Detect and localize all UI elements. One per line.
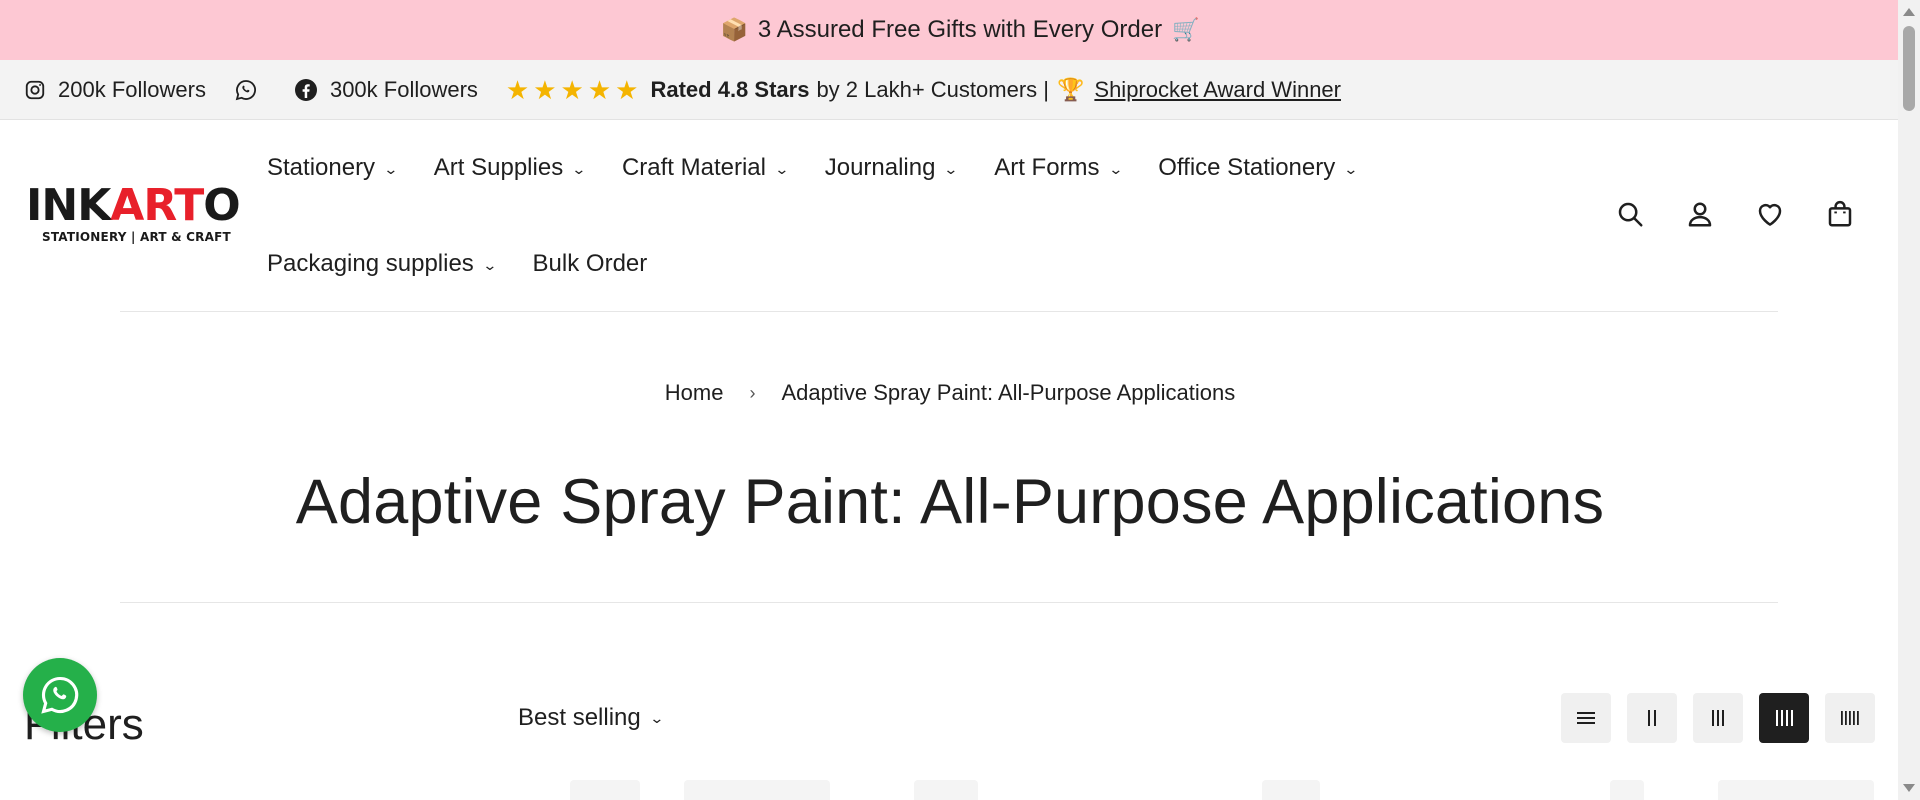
- nav-row: Stationery ⌄ Art Supplies ⌄ Craft Material…: [267, 144, 1417, 192]
- facebook-icon: [294, 78, 318, 102]
- list-view-icon: [1577, 712, 1595, 724]
- chevron-right-icon: ›: [749, 382, 756, 403]
- breadcrumb-home[interactable]: Home: [665, 380, 724, 406]
- scroll-up-arrow-icon[interactable]: [1903, 8, 1915, 16]
- product-card-edge: [914, 780, 978, 800]
- view-4-column-button[interactable]: [1759, 693, 1809, 743]
- whatsapp-icon: [41, 676, 79, 714]
- nav-item-journaling[interactable]: Journaling ⌄: [825, 154, 959, 182]
- product-card-edge: [1718, 780, 1874, 800]
- rating-text: Rated 4.8 Stars: [650, 76, 810, 102]
- facebook-link[interactable]: 300k Followers: [294, 77, 478, 103]
- page-scrollbar[interactable]: [1898, 0, 1920, 800]
- cart-emoji-icon: 🛒: [1172, 17, 1200, 42]
- rating-stars: ★ ★ ★ ★ ★: [506, 77, 639, 103]
- instagram-icon: [24, 79, 46, 101]
- product-card-edge: [1610, 780, 1644, 800]
- nav-item-art-forms[interactable]: Art Forms ⌄: [994, 154, 1124, 182]
- main-nav: Stationery ⌄ Art Supplies ⌄ Craft Material…: [267, 144, 1417, 288]
- nav-row: Packaging supplies ⌄ Bulk Order: [267, 240, 1417, 288]
- instagram-link[interactable]: 200k Followers: [24, 77, 206, 103]
- instagram-followers: 200k Followers: [58, 76, 206, 102]
- cart-icon[interactable]: [1822, 196, 1858, 232]
- award-link[interactable]: Shiprocket Award Winner: [1094, 77, 1341, 103]
- scrollbar-thumb[interactable]: [1903, 26, 1915, 111]
- sort-selected: Best selling: [518, 704, 641, 731]
- star-icon: ★: [533, 74, 557, 105]
- divider: [120, 311, 1778, 312]
- chevron-down-icon: ⌄: [1343, 160, 1359, 177]
- announcement-text: 3 Assured Free Gifts with Every Order: [757, 16, 1163, 43]
- product-card-edge: [570, 780, 640, 800]
- chevron-down-icon: ⌄: [1107, 160, 1124, 177]
- header-actions: [1612, 196, 1858, 232]
- chevron-down-icon: ⌄: [383, 160, 399, 177]
- site-logo[interactable]: INKARTO STATIONERY | ART & CRAFT: [26, 180, 241, 246]
- chevron-down-icon: ⌄: [943, 160, 959, 177]
- whatsapp-chat-button[interactable]: [23, 658, 97, 732]
- grid-2-icon: [1648, 710, 1656, 726]
- package-icon: 📦: [720, 17, 748, 42]
- view-2-column-button[interactable]: [1627, 693, 1677, 743]
- view-list-button[interactable]: [1561, 693, 1611, 743]
- breadcrumb: Home › Adaptive Spray Paint: All-Purpose…: [0, 380, 1900, 406]
- account-icon[interactable]: [1682, 196, 1718, 232]
- breadcrumb-current: Adaptive Spray Paint: All-Purpose Applic…: [781, 380, 1236, 405]
- nav-item-packaging-supplies[interactable]: Packaging supplies ⌄: [267, 250, 498, 278]
- wishlist-icon[interactable]: [1752, 196, 1788, 232]
- chevron-down-icon: ⌄: [648, 709, 665, 726]
- search-icon[interactable]: [1612, 196, 1648, 232]
- star-icon: ★: [505, 74, 530, 105]
- grid-5-icon: [1841, 711, 1859, 725]
- nav-item-bulk-order[interactable]: Bulk Order: [533, 250, 648, 278]
- view-3-column-button[interactable]: [1693, 693, 1743, 743]
- facebook-followers: 300k Followers: [329, 76, 478, 102]
- chevron-down-icon: ⌄: [774, 160, 790, 177]
- product-card-edge: [1262, 780, 1320, 800]
- scroll-down-arrow-icon[interactable]: [1903, 784, 1915, 792]
- grid-4-icon: [1776, 710, 1793, 726]
- nav-item-stationery[interactable]: Stationery ⌄: [267, 154, 399, 182]
- star-icon: ★: [560, 74, 584, 105]
- logo-tagline: STATIONERY | ART & CRAFT: [42, 230, 231, 244]
- nav-item-art-supplies[interactable]: Art Supplies ⌄: [434, 154, 587, 182]
- chevron-down-icon: ⌄: [482, 256, 498, 273]
- view-mode-toggles: [1561, 693, 1875, 743]
- whatsapp-link[interactable]: [234, 78, 258, 102]
- divider: [120, 602, 1778, 603]
- whatsapp-icon: [234, 78, 258, 102]
- view-5-column-button[interactable]: [1825, 693, 1875, 743]
- social-bar: 200k Followers 300k Followers ★ ★ ★ ★ ★ …: [0, 60, 1920, 120]
- star-icon: ★: [615, 74, 639, 105]
- page-title: Adaptive Spray Paint: All-Purpose Applic…: [295, 467, 1605, 537]
- nav-item-office-stationery[interactable]: Office Stationery ⌄: [1158, 154, 1359, 182]
- star-icon: ★: [587, 74, 612, 105]
- logo-wordmark: INKARTO: [26, 180, 241, 231]
- grid-3-icon: [1712, 710, 1724, 726]
- trophy-icon: 🏆: [1056, 76, 1085, 102]
- rating-customers: by 2 Lakh+ Customers |: [816, 76, 1049, 102]
- nav-item-craft-material[interactable]: Craft Material ⌄: [622, 154, 790, 182]
- announcement-bar: 📦 3 Assured Free Gifts with Every Order …: [0, 0, 1920, 60]
- product-card-edge: [684, 780, 830, 800]
- sort-dropdown[interactable]: Best selling ⌄: [518, 704, 665, 732]
- chevron-down-icon: ⌄: [571, 160, 587, 177]
